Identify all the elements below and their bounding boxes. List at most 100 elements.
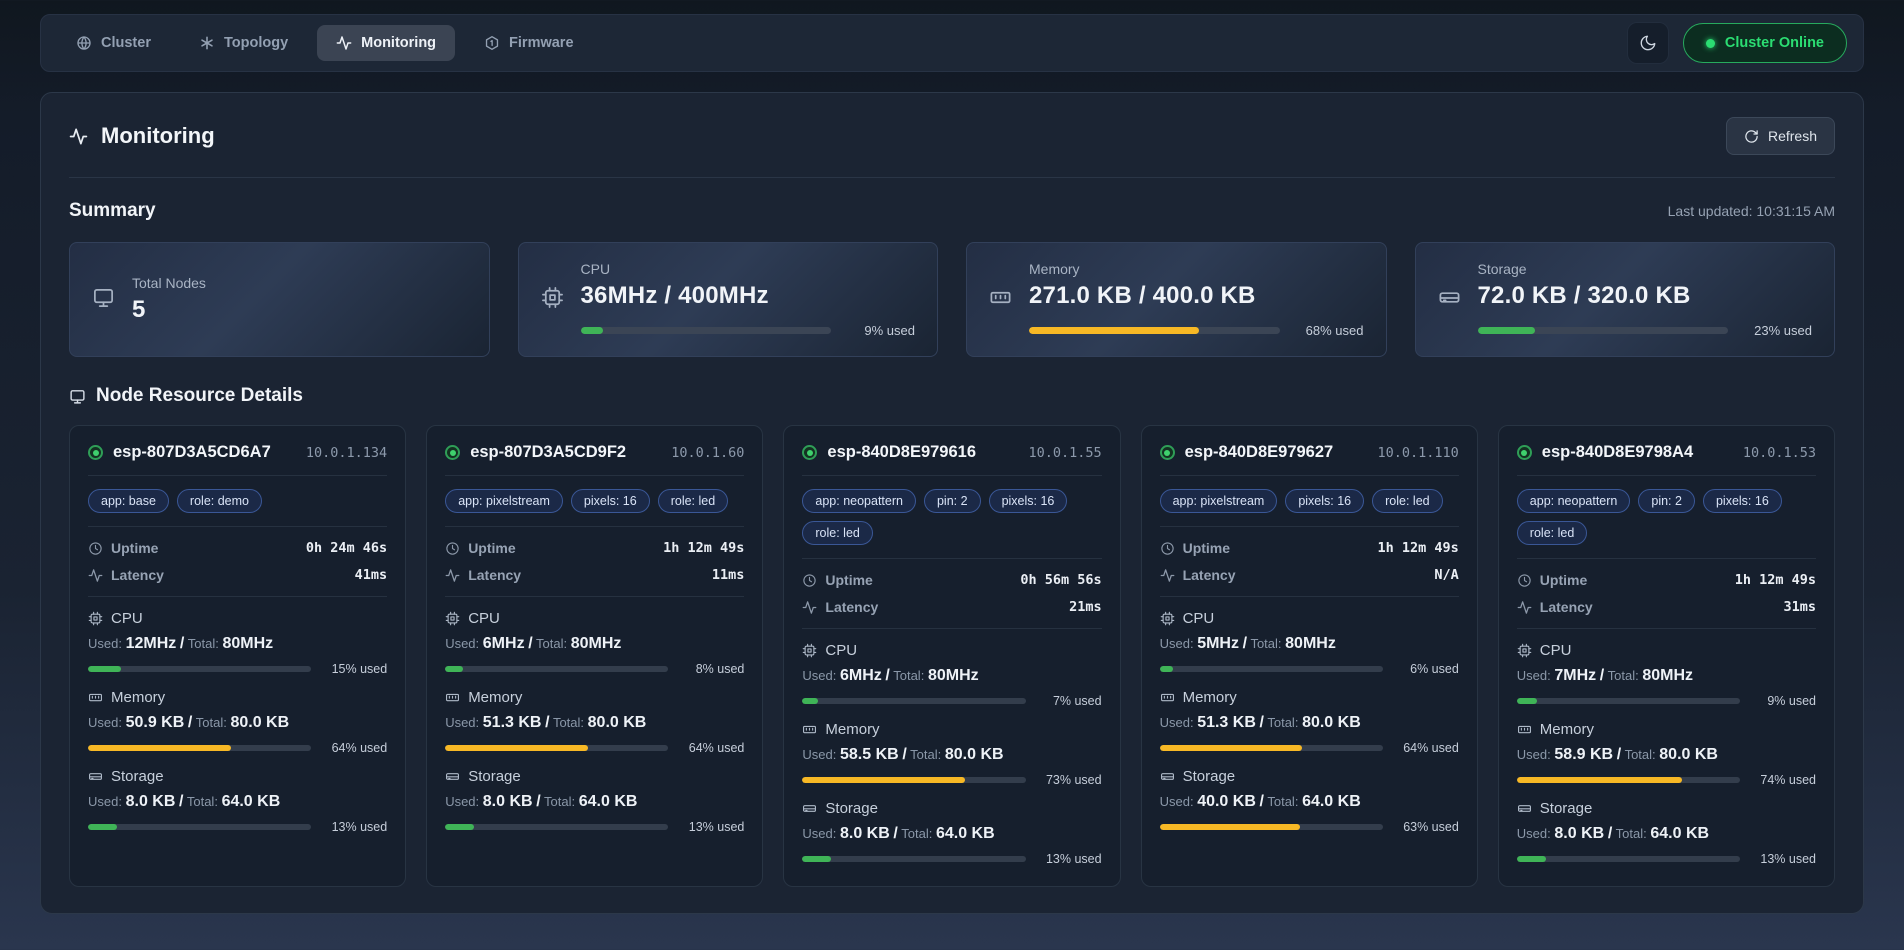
- resource-label: CPU: [1540, 642, 1572, 659]
- progress-track: [1478, 327, 1729, 334]
- node-card: esp-840D8E97961610.0.1.55app: neopattern…: [783, 425, 1120, 887]
- node-tag: app: pixelstream: [1160, 489, 1278, 513]
- cpu-icon: [802, 643, 817, 658]
- percent-used-label: 63% used: [1393, 820, 1459, 834]
- resource-usage: Used: 51.3 KB / Total: 80.0 KB: [1160, 714, 1459, 732]
- used-value: 50.9 KB: [126, 714, 185, 731]
- node-online-dot-icon: [802, 445, 817, 460]
- cpu-icon: [1160, 611, 1175, 626]
- summary-card-storage: Storage72.0 KB / 320.0 KB23% used: [1415, 242, 1836, 357]
- resource-label: Storage: [1183, 768, 1236, 785]
- tab-firmware[interactable]: Firmware: [465, 25, 592, 61]
- divider: [445, 526, 744, 527]
- nodes-grid: esp-807D3A5CD6A710.0.1.134app: baserole:…: [69, 425, 1835, 887]
- cluster-status-button[interactable]: Cluster Online: [1683, 23, 1847, 63]
- node-tags: app: pixelstreampixels: 16role: led: [1160, 489, 1459, 513]
- memory-icon: [989, 286, 1012, 309]
- percent-used-label: 13% used: [321, 820, 387, 834]
- cpu-icon: [445, 611, 460, 626]
- used-label: Used:: [88, 794, 122, 809]
- progress-fill: [1160, 745, 1303, 751]
- summary-card-value: 36MHz / 400MHz: [581, 282, 916, 310]
- uptime-value: 1h 12m 49s: [1735, 572, 1816, 588]
- summary-card-value: 271.0 KB / 400.0 KB: [1029, 282, 1364, 310]
- total-value: 80MHz: [1285, 635, 1336, 652]
- theme-toggle-button[interactable]: [1627, 22, 1669, 64]
- node-tag: app: neopattern: [1517, 489, 1631, 513]
- progress-fill: [445, 824, 474, 830]
- used-label: Used:: [445, 636, 479, 651]
- divider: [445, 475, 744, 476]
- total-label: Total:: [1608, 668, 1639, 683]
- percent-used-label: 64% used: [1393, 741, 1459, 755]
- percent-used-label: 23% used: [1740, 323, 1812, 338]
- percent-used-label: 9% used: [843, 323, 915, 338]
- total-value: 80.0 KB: [230, 714, 289, 731]
- total-label: Total:: [188, 636, 219, 651]
- monitoring-panel: Monitoring Refresh Summary Last updated:…: [40, 92, 1864, 914]
- cpu-icon: [541, 286, 564, 309]
- resource-storage: StorageUsed: 8.0 KB / Total: 64.0 KB13% …: [88, 768, 387, 834]
- node-tag: pixels: 16: [1703, 489, 1782, 513]
- resource-label: Storage: [111, 768, 164, 785]
- progress-track: [1160, 745, 1383, 751]
- latency-value: 11ms: [712, 567, 745, 583]
- progress-track: [88, 745, 311, 751]
- resource-storage: StorageUsed: 40.0 KB / Total: 64.0 KB63%…: [1160, 768, 1459, 834]
- page-title-label: Monitoring: [101, 123, 215, 149]
- node-name: esp-840D8E979627: [1185, 443, 1334, 462]
- panel-header: Monitoring Refresh: [69, 93, 1835, 178]
- resource-usage: Used: 50.9 KB / Total: 80.0 KB: [88, 714, 387, 732]
- divider: [88, 596, 387, 597]
- latency-label: Latency: [1540, 599, 1593, 615]
- asterisk-icon: [199, 35, 215, 51]
- storage-icon: [88, 769, 103, 784]
- node-tags: app: baserole: demo: [88, 489, 387, 513]
- progress-track: [88, 824, 311, 830]
- activity-icon: [336, 35, 352, 51]
- summary-card-label: Memory: [1029, 261, 1364, 277]
- refresh-button[interactable]: Refresh: [1726, 117, 1835, 155]
- summary-card-value: 5: [132, 296, 467, 324]
- total-value: 80.0 KB: [945, 746, 1004, 763]
- clock-icon: [1517, 573, 1532, 588]
- node-ip: 10.0.1.60: [671, 445, 744, 461]
- node-tag: role: led: [1517, 521, 1587, 545]
- tab-cluster[interactable]: Cluster: [57, 25, 170, 61]
- total-label: Total:: [1250, 636, 1281, 651]
- clock-icon: [445, 541, 460, 556]
- globe-icon: [76, 35, 92, 51]
- total-value: 80MHz: [1642, 667, 1693, 684]
- used-value: 5MHz: [1197, 635, 1239, 652]
- node-name: esp-840D8E979616: [827, 443, 976, 462]
- total-label: Total:: [893, 668, 924, 683]
- divider: [1160, 475, 1459, 476]
- progress-fill: [1029, 327, 1199, 334]
- summary-section: Summary Last updated: 10:31:15 AM Total …: [69, 200, 1835, 357]
- latency-value: 31ms: [1783, 599, 1816, 615]
- summary-card-value: 72.0 KB / 320.0 KB: [1478, 282, 1813, 310]
- summary-head: Summary Last updated: 10:31:15 AM: [69, 200, 1835, 222]
- divider: [802, 558, 1101, 559]
- progress-track: [802, 777, 1025, 783]
- tab-monitoring[interactable]: Monitoring: [317, 25, 455, 61]
- nav-right: Cluster Online: [1627, 22, 1847, 64]
- summary-card-label: CPU: [581, 261, 916, 277]
- percent-used-label: 8% used: [678, 662, 744, 676]
- total-label: Total:: [901, 826, 932, 841]
- total-label: Total:: [1267, 794, 1298, 809]
- tab-topology[interactable]: Topology: [180, 25, 307, 61]
- used-value: 51.3 KB: [1197, 714, 1256, 731]
- progress-track: [445, 666, 668, 672]
- total-label: Total:: [536, 636, 567, 651]
- node-card: esp-840D8E97962710.0.1.110app: pixelstre…: [1141, 425, 1478, 887]
- progress-fill: [445, 745, 588, 751]
- resource-cpu: CPUUsed: 6MHz / Total: 80MHz8% used: [445, 610, 744, 676]
- uptime-label: Uptime: [825, 572, 872, 588]
- memory-icon: [88, 690, 103, 705]
- node-online-dot-icon: [445, 445, 460, 460]
- summary-card-label: Total Nodes: [132, 275, 467, 291]
- total-value: 64.0 KB: [1650, 825, 1709, 842]
- node-name: esp-807D3A5CD6A7: [113, 443, 271, 462]
- resource-label: Memory: [1183, 689, 1237, 706]
